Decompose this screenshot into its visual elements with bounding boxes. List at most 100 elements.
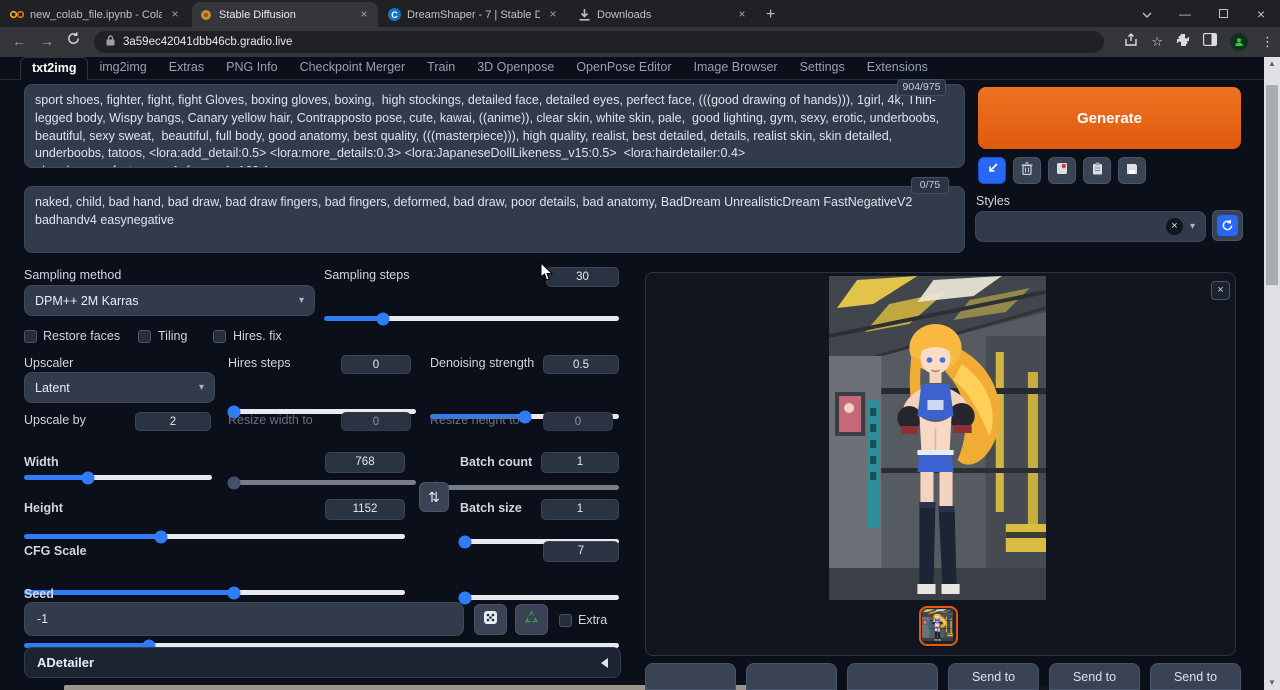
minimize-button[interactable]: —	[1166, 7, 1204, 21]
reuse-seed-button[interactable]	[515, 604, 548, 635]
extra-networks-button[interactable]	[1048, 157, 1076, 184]
send-to-extras-button[interactable]: Send to	[1150, 663, 1241, 690]
tab-3d-openpose[interactable]: 3D Openpose	[466, 57, 565, 79]
close-preview-button[interactable]: ×	[1211, 281, 1230, 300]
adetailer-label: ADetailer	[37, 655, 94, 670]
gallery-thumbnail-selected[interactable]	[919, 606, 958, 646]
resize-width-label: Resize width to	[228, 413, 313, 427]
tab-checkpoint-merger[interactable]: Checkpoint Merger	[289, 57, 417, 79]
cfg-scale-value[interactable]: 7	[543, 541, 619, 562]
hires-fix-checkbox[interactable]	[213, 330, 226, 343]
maximize-button[interactable]	[1204, 7, 1242, 21]
height-slider[interactable]	[24, 590, 405, 595]
profile-avatar[interactable]	[1230, 33, 1248, 51]
output-button-3[interactable]	[847, 663, 938, 690]
bookmark-star-icon[interactable]: ☆	[1151, 34, 1163, 50]
apply-styles-button[interactable]	[1083, 157, 1111, 184]
send-to-img2img-button[interactable]: Send to	[948, 663, 1039, 690]
scroll-down-icon[interactable]: ▼	[1264, 676, 1280, 690]
button-label: Send to	[1073, 670, 1116, 684]
new-tab-button[interactable]: +	[756, 2, 785, 27]
batch-size-value[interactable]: 1	[541, 499, 619, 520]
browser-tab-stable-diffusion[interactable]: Stable Diffusion ×	[192, 2, 378, 27]
url-text: 3a59ec42041dbb46cb.gradio.live	[123, 36, 292, 48]
generated-image[interactable]	[829, 276, 1046, 600]
tab-image-browser[interactable]: Image Browser	[683, 57, 789, 79]
browser-tab-colab[interactable]: new_colab_file.ipynb - Colaborat ×	[3, 2, 189, 27]
sampling-steps-slider[interactable]	[324, 316, 619, 321]
menu-dots-icon[interactable]: ⋮	[1261, 34, 1274, 50]
denoising-strength-value[interactable]: 0.5	[543, 355, 619, 374]
tiling-checkbox[interactable]	[138, 330, 151, 343]
tab-png-info[interactable]: PNG Info	[215, 57, 288, 79]
extensions-puzzle-icon[interactable]	[1176, 33, 1190, 52]
tiling-label: Tiling	[158, 329, 187, 343]
browser-tab-civitai[interactable]: C DreamShaper - 7 | Stable Diffusio ×	[381, 2, 567, 27]
batch-size-slider[interactable]	[460, 595, 619, 600]
tab-settings[interactable]: Settings	[789, 57, 856, 79]
refresh-styles-button[interactable]	[1212, 210, 1243, 241]
reload-button[interactable]	[66, 31, 81, 49]
page-scrollbar[interactable]: ▲ ▼	[1264, 57, 1280, 690]
scroll-up-icon[interactable]: ▲	[1264, 57, 1280, 71]
random-seed-button[interactable]	[474, 604, 507, 635]
civitai-icon: C	[388, 8, 401, 21]
url-bar[interactable]: 3a59ec42041dbb46cb.gradio.live	[94, 31, 1104, 53]
upscale-by-value[interactable]: 2	[135, 412, 211, 431]
tab-close-icon[interactable]: ×	[546, 8, 560, 22]
browser-tab-downloads[interactable]: Downloads ×	[570, 2, 756, 27]
button-label: Send to	[1174, 670, 1217, 684]
tab-close-icon[interactable]: ×	[168, 8, 182, 22]
side-panel-icon[interactable]	[1203, 33, 1217, 51]
restore-faces-checkbox[interactable]	[24, 330, 37, 343]
paste-arrow-icon	[986, 162, 999, 180]
tab-title: new_colab_file.ipynb - Colaborat	[30, 9, 162, 21]
tab-train[interactable]: Train	[416, 57, 466, 79]
output-button-1[interactable]	[645, 663, 736, 690]
tab-close-icon[interactable]: ×	[357, 8, 371, 22]
styles-dropdown[interactable]: × ▾	[975, 211, 1206, 242]
resize-height-slider	[430, 485, 619, 490]
negative-prompt-input[interactable]: naked, child, bad hand, bad draw, bad dr…	[24, 186, 965, 253]
generate-button[interactable]: Generate	[978, 87, 1241, 149]
batch-count-value[interactable]: 1	[541, 452, 619, 473]
swap-width-height-button[interactable]: ⇅	[419, 482, 449, 512]
upscaler-dropdown[interactable]: Latent ▾	[24, 372, 215, 403]
send-to-inpaint-button[interactable]: Send to	[1049, 663, 1140, 690]
clear-prompt-button[interactable]	[1013, 157, 1041, 184]
tab-extensions[interactable]: Extensions	[856, 57, 939, 79]
seed-extra-checkbox[interactable]	[559, 614, 572, 627]
save-style-button[interactable]	[1118, 157, 1146, 184]
adetailer-accordion[interactable]: ADetailer	[24, 647, 621, 678]
tab-search-chevron-icon[interactable]	[1128, 7, 1166, 21]
tab-extras[interactable]: Extras	[158, 57, 215, 79]
output-button-2[interactable]	[746, 663, 837, 690]
sampling-method-dropdown[interactable]: DPM++ 2M Karras ▾	[24, 285, 315, 316]
tab-img2img[interactable]: img2img	[88, 57, 157, 79]
seed-input[interactable]: -1	[24, 602, 464, 636]
recycle-icon	[524, 610, 539, 629]
width-label: Width	[24, 455, 59, 469]
height-value[interactable]: 1152	[325, 499, 405, 520]
tab-txt2img[interactable]: txt2img	[20, 57, 88, 80]
back-button[interactable]: ←	[12, 33, 26, 49]
width-value[interactable]: 768	[325, 452, 405, 473]
prompt-input[interactable]: sport shoes, fighter, fight, fight Glove…	[24, 84, 965, 168]
upscale-by-slider[interactable]	[24, 475, 212, 480]
hires-steps-value[interactable]: 0	[341, 355, 411, 374]
sampling-method-label: Sampling method	[24, 268, 121, 282]
tab-openpose-editor[interactable]: OpenPose Editor	[565, 57, 682, 79]
share-icon[interactable]	[1124, 33, 1138, 52]
paste-generation-params-button[interactable]	[978, 157, 1006, 184]
batch-size-label: Batch size	[460, 501, 522, 515]
forward-button[interactable]: →	[40, 33, 54, 49]
resize-width-value: 0	[341, 412, 411, 431]
sampling-steps-label: Sampling steps	[324, 268, 409, 282]
clear-styles-icon[interactable]: ×	[1166, 218, 1183, 235]
scrollbar-thumb[interactable]	[1266, 85, 1278, 285]
width-slider[interactable]	[24, 534, 405, 539]
toolbar-icons: ☆ ⋮	[1124, 27, 1274, 57]
close-window-button[interactable]: ×	[1242, 6, 1280, 22]
tab-close-icon[interactable]: ×	[735, 8, 749, 22]
sampling-steps-value[interactable]: 30	[546, 267, 619, 287]
